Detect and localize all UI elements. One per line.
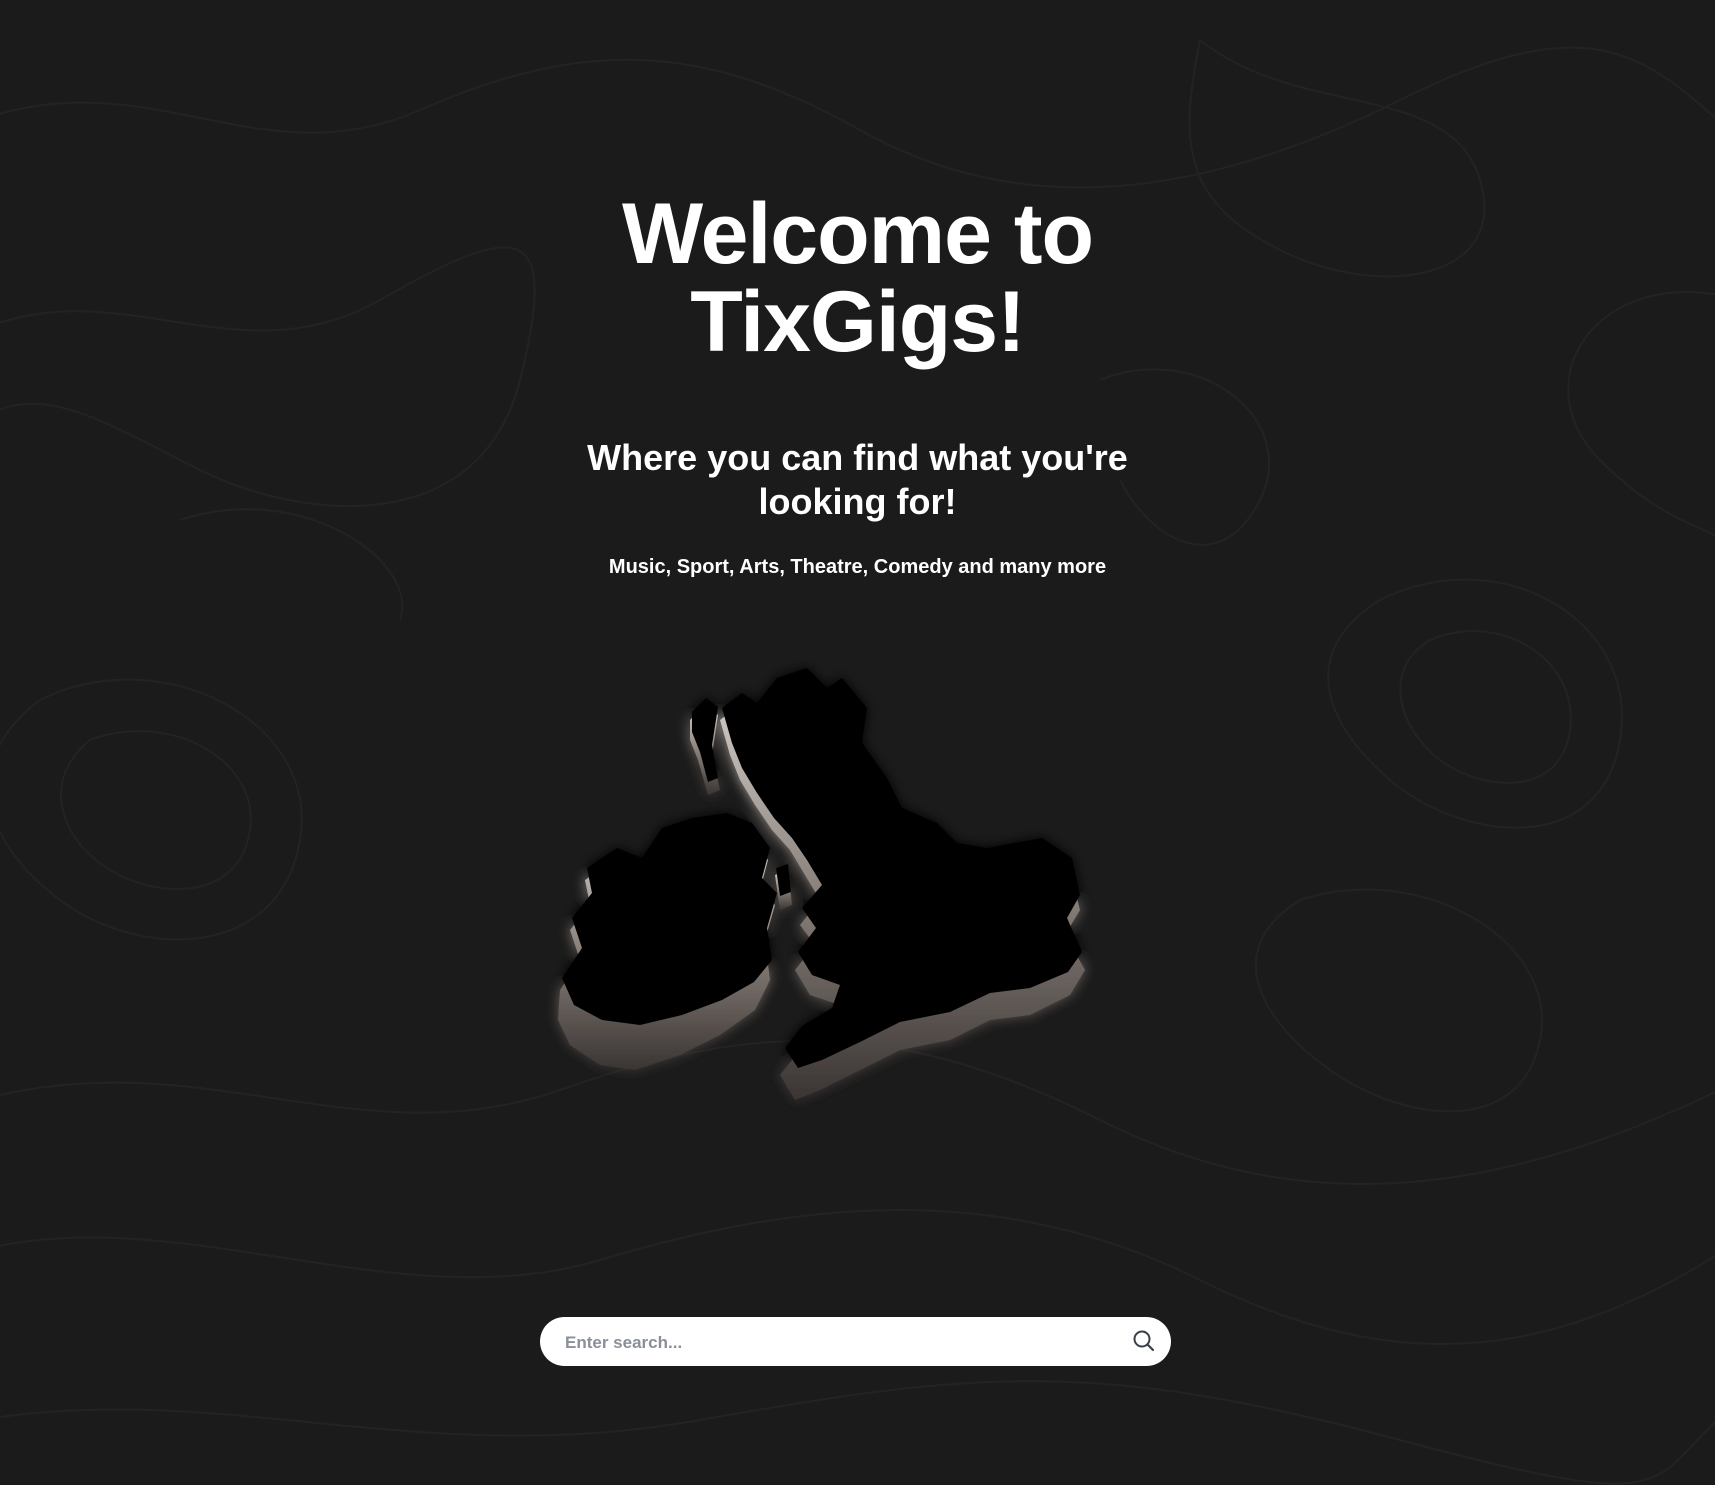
page-title: Welcome to TixGigs! bbox=[621, 186, 1094, 370]
search-icon[interactable] bbox=[1131, 1328, 1157, 1354]
page-subtitle: Where you can find what you're looking f… bbox=[587, 437, 1128, 522]
search-input[interactable] bbox=[563, 1317, 1107, 1368]
landing-page: Welcome to TixGigs! Where you can find w… bbox=[0, 0, 1715, 1485]
map-icon bbox=[558, 668, 1085, 1100]
category-tagline: Music, Sport, Arts, Theatre, Comedy and … bbox=[608, 556, 1107, 578]
uk-ireland-map-illustration bbox=[540, 660, 1180, 1180]
search-bar bbox=[540, 1317, 1171, 1368]
hero-section: Welcome to TixGigs! Where you can find w… bbox=[0, 190, 1715, 580]
